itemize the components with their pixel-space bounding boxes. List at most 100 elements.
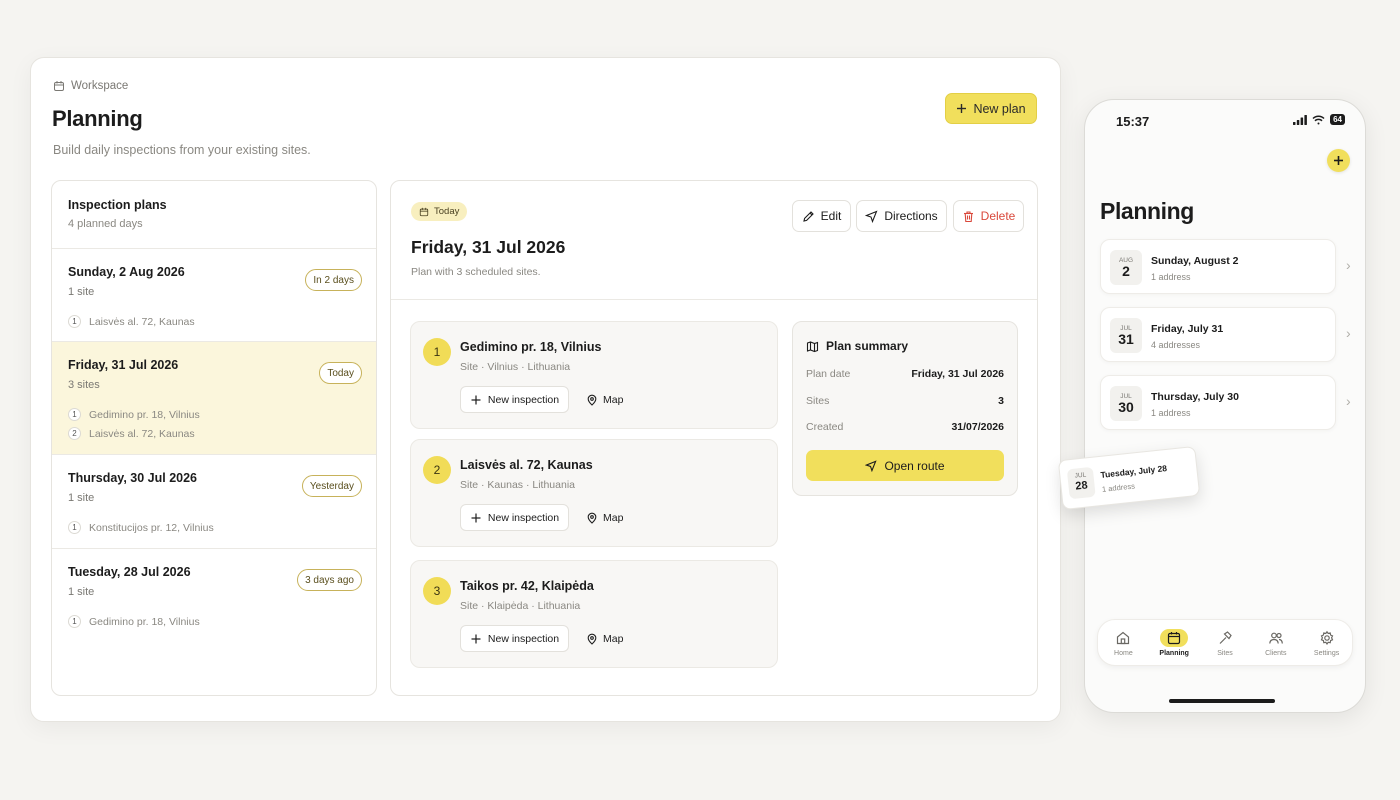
tab-planning[interactable]: Planning xyxy=(1150,628,1198,657)
map-link[interactable]: Map xyxy=(586,386,623,413)
directions-label: Directions xyxy=(884,209,938,223)
date-day: 30 xyxy=(1118,398,1134,415)
phone-plan-card[interactable]: AUG 2 Sunday, August 2 1 address xyxy=(1100,239,1336,294)
edit-button[interactable]: Edit xyxy=(792,200,851,232)
map-pin-icon xyxy=(587,394,597,406)
plan-relative-badge: Today xyxy=(319,362,362,384)
plus-icon xyxy=(471,634,481,643)
plan-address: 1 Gedimino pr. 18, Vilnius xyxy=(68,405,360,424)
delete-button[interactable]: Delete xyxy=(953,200,1024,232)
summary-value: Friday, 31 Jul 2026 xyxy=(911,368,1004,380)
address-number: 1 xyxy=(68,615,81,628)
new-inspection-label: New inspection xyxy=(487,632,560,645)
new-inspection-button[interactable]: New inspection xyxy=(460,625,569,652)
plan-address: 2 Laisvės al. 72, Kaunas xyxy=(68,424,360,443)
new-plan-button[interactable]: New plan xyxy=(945,93,1037,124)
today-chip-label: Today xyxy=(434,206,460,217)
summary-row-sites: Sites 3 xyxy=(806,395,1004,407)
directions-button[interactable]: Directions xyxy=(856,200,947,232)
tab-label: Sites xyxy=(1217,649,1233,657)
today-chip: Today xyxy=(411,202,468,221)
calendar-icon xyxy=(419,207,429,216)
plan-address: 1 Laisvės al. 72, Kaunas xyxy=(68,312,360,331)
new-inspection-button[interactable]: New inspection xyxy=(460,504,569,531)
pencil-icon xyxy=(802,210,814,222)
card-subtitle: 1 address xyxy=(1151,408,1191,418)
tab-sites[interactable]: Sites xyxy=(1201,629,1249,657)
phone-plan-card[interactable]: JUL 30 Thursday, July 30 1 address xyxy=(1100,375,1336,430)
card-subtitle: 1 address xyxy=(1151,272,1191,282)
address-text: Konstitucijos pr. 12, Vilnius xyxy=(89,521,214,534)
signal-icon xyxy=(1293,114,1307,125)
tab-label: Home xyxy=(1114,649,1133,657)
home-indicator xyxy=(1169,699,1275,703)
map-pin-icon xyxy=(587,512,597,524)
page-title: Planning xyxy=(52,106,143,131)
users-icon xyxy=(1268,632,1283,644)
calendar-icon xyxy=(1168,631,1181,644)
plan-item-selected[interactable]: Friday, 31 Jul 2026 3 sites Today 1 Gedim… xyxy=(52,342,376,455)
site-card: 2 Laisvės al. 72, Kaunas Site · Kaunas ·… xyxy=(410,439,778,547)
chevron-right-icon: › xyxy=(1346,325,1351,341)
phone-frame: 15:37 64 Planning AUG 2 Sunday, August 2… xyxy=(1057,99,1366,713)
status-icons: 64 xyxy=(1293,114,1345,125)
address-number: 2 xyxy=(68,427,81,440)
map-label: Map xyxy=(603,393,624,406)
map-link[interactable]: Map xyxy=(586,504,623,531)
tab-settings[interactable]: Settings xyxy=(1303,629,1351,657)
tab-label: Planning xyxy=(1159,649,1189,657)
date-day: 2 xyxy=(1122,262,1130,279)
plan-item[interactable]: Sunday, 2 Aug 2026 1 site In 2 days 1 Lai… xyxy=(52,249,376,342)
plan-item[interactable]: Tuesday, 28 Jul 2026 1 site 3 days ago 1… xyxy=(52,549,376,643)
summary-value: 31/07/2026 xyxy=(951,421,1004,433)
map-icon xyxy=(806,340,819,352)
tab-label: Clients xyxy=(1265,649,1287,657)
tab-clients[interactable]: Clients xyxy=(1252,629,1300,657)
map-pin-icon xyxy=(587,633,597,645)
plan-subtitle: Plan with 3 scheduled sites. xyxy=(411,266,541,278)
map-label: Map xyxy=(603,511,624,524)
site-order-number: 2 xyxy=(423,456,451,484)
add-plan-button[interactable] xyxy=(1327,149,1350,172)
plan-item[interactable]: Thursday, 30 Jul 2026 1 site Yesterday 1… xyxy=(52,455,376,549)
home-icon xyxy=(1117,631,1130,644)
date-tile: AUG 2 xyxy=(1110,250,1142,285)
summary-row-created: Created 31/07/2026 xyxy=(806,421,1004,433)
site-meta: Site · Vilnius · Lithuania xyxy=(460,361,571,373)
open-route-button[interactable]: Open route xyxy=(806,450,1004,481)
trash-icon xyxy=(963,210,973,222)
site-name: Taikos pr. 42, Klaipėda xyxy=(460,579,594,593)
card-title: Friday, July 31 xyxy=(1151,323,1224,335)
plans-count: 4 planned days xyxy=(68,218,143,230)
plan-address-list: 1 Gedimino pr. 18, Vilnius xyxy=(68,612,360,631)
new-inspection-button[interactable]: New inspection xyxy=(460,386,569,413)
site-name: Gedimino pr. 18, Vilnius xyxy=(460,340,602,354)
plan-summary-card: Plan summary Plan date Friday, 31 Jul 20… xyxy=(792,321,1018,496)
summary-title: Plan summary xyxy=(826,339,909,353)
address-text: Gedimino pr. 18, Vilnius xyxy=(89,408,200,421)
site-order-number: 1 xyxy=(423,338,451,366)
phone-plan-card[interactable]: JUL 31 Friday, July 31 4 addresses xyxy=(1100,307,1336,362)
tab-label: Settings xyxy=(1313,649,1340,657)
date-tile: JUL 30 xyxy=(1110,386,1142,421)
edit-label: Edit xyxy=(820,209,842,223)
address-number: 1 xyxy=(68,408,81,421)
address-text: Laisvės al. 72, Kaunas xyxy=(89,315,195,328)
site-name: Laisvės al. 72, Kaunas xyxy=(460,458,593,472)
plan-address-list: 1 Laisvės al. 72, Kaunas xyxy=(68,312,360,331)
map-label: Map xyxy=(603,632,624,645)
map-link[interactable]: Map xyxy=(586,625,623,652)
detail-divider xyxy=(391,299,1037,300)
new-plan-label: New plan xyxy=(973,101,1026,116)
plan-site-count: 3 sites xyxy=(68,379,100,391)
site-order-number: 3 xyxy=(423,577,451,605)
open-route-label: Open route xyxy=(884,458,945,473)
hammer-icon xyxy=(1219,630,1232,644)
plans-header: Inspection plans 4 planned days xyxy=(52,181,376,249)
wifi-icon xyxy=(1312,115,1325,124)
tab-home[interactable]: Home xyxy=(1099,629,1147,657)
dragging-plan-card[interactable]: JUL 28 Tuesday, July 28 1 address xyxy=(1057,445,1201,511)
desktop-window: Workspace Planning Build daily inspectio… xyxy=(30,57,1061,722)
plan-relative-badge: Yesterday xyxy=(301,475,362,497)
summary-label: Plan date xyxy=(806,368,851,380)
